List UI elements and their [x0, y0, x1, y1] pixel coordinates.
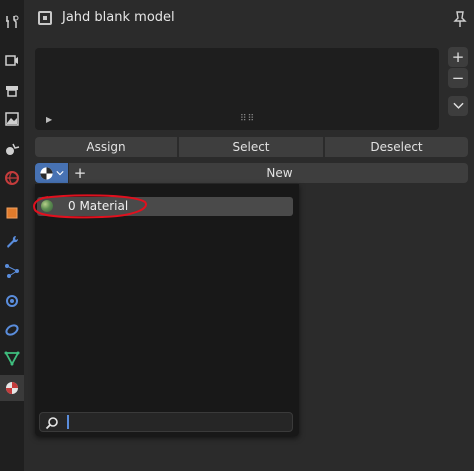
- pin-icon[interactable]: [452, 10, 468, 28]
- text-cursor: [67, 415, 69, 429]
- chevron-down-icon: [56, 171, 64, 176]
- view-layer-tab-icon[interactable]: [0, 106, 24, 132]
- physics-tab-icon[interactable]: [0, 288, 24, 314]
- select-button[interactable]: Select: [179, 137, 323, 157]
- new-material-button[interactable]: New: [91, 163, 468, 183]
- search-icon: [45, 415, 59, 430]
- scene-tab-icon[interactable]: [0, 136, 24, 162]
- output-tab-icon[interactable]: [0, 78, 24, 104]
- object-icon: [38, 11, 52, 25]
- material-tab-icon[interactable]: [0, 375, 24, 401]
- deselect-button[interactable]: Deselect: [325, 137, 468, 157]
- material-search-input[interactable]: [70, 413, 290, 431]
- constraints-tab-icon[interactable]: [0, 317, 24, 343]
- material-sphere-icon: [40, 166, 53, 180]
- browse-material-button[interactable]: [35, 163, 68, 183]
- object-tab-icon[interactable]: [0, 200, 24, 226]
- data-tab-icon[interactable]: [0, 345, 24, 371]
- resize-grip-icon[interactable]: ⠿⠿: [240, 114, 255, 124]
- tool-tab-icon[interactable]: [0, 9, 24, 35]
- properties-tab-strip: [0, 0, 24, 471]
- add-slot-button[interactable]: +: [448, 47, 468, 67]
- material-browse-popup: [35, 184, 299, 436]
- expand-triangle-icon[interactable]: ▶: [46, 115, 52, 124]
- object-name: Jahd blank model: [62, 10, 175, 25]
- material-slot-list[interactable]: [35, 48, 439, 130]
- assign-button[interactable]: Assign: [35, 137, 177, 157]
- red-annotation-circle: [33, 194, 147, 219]
- render-tab-icon[interactable]: [0, 47, 24, 73]
- modifiers-tab-icon[interactable]: [0, 229, 24, 255]
- specials-menu-button[interactable]: [448, 96, 468, 116]
- particles-tab-icon[interactable]: [0, 258, 24, 284]
- world-tab-icon[interactable]: [0, 165, 24, 191]
- remove-slot-button[interactable]: −: [448, 68, 468, 88]
- new-material-plus-icon[interactable]: +: [69, 163, 91, 183]
